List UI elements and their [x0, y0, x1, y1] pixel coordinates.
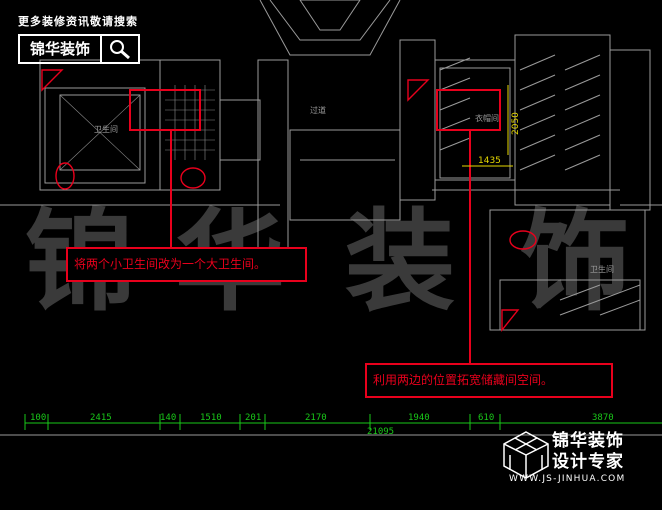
watermark-char-4: 饰	[520, 197, 630, 326]
logo: 锦华装饰	[18, 34, 102, 64]
dim-3: 140	[160, 413, 176, 423]
toilet-middle	[180, 167, 206, 189]
brand-line-1: 锦华装饰	[552, 431, 624, 451]
callout-expand-storage: 利用两边的位置拓宽储藏间空间。	[365, 363, 613, 398]
tile-hatching	[59, 85, 215, 171]
shower-right	[501, 309, 520, 332]
brand-name: 锦华装饰 设计专家	[552, 431, 624, 473]
dimension-labels: 100 2415 140 1510 201 2170 1940 610 3870…	[30, 413, 614, 437]
dim-4: 1510	[200, 413, 222, 423]
highlight-box-right	[436, 89, 501, 131]
banner-text: 更多装修资讯敬请搜索	[18, 15, 138, 28]
dim-total: 21095	[367, 427, 394, 437]
brand-cube-icon	[503, 431, 549, 479]
dim-2: 2415	[90, 413, 112, 423]
search-button[interactable]	[100, 34, 140, 64]
dim-8: 610	[478, 413, 494, 423]
room-label-corridor: 过道	[310, 105, 326, 115]
dim-vertical: 2050	[511, 112, 521, 135]
room-label-small: 卫生间	[590, 264, 614, 274]
dim-5: 201	[245, 413, 261, 423]
dim-horizontal: 1435	[478, 156, 501, 166]
brand-url: WWW.JS-JINHUA.COM	[509, 474, 626, 484]
callout-merge-bathrooms: 将两个小卫生间改为一个大卫生间。	[66, 247, 307, 282]
dim-6: 2170	[305, 413, 327, 423]
dim-9: 3870	[592, 413, 614, 423]
dim-1: 100	[30, 413, 46, 423]
toilet-left	[55, 162, 75, 190]
floorplan-canvas: 锦 华 装 饰	[0, 0, 662, 510]
room-label-right: 衣帽间	[475, 113, 499, 123]
shower-left	[41, 69, 64, 92]
room-label-left: 卫生间	[94, 124, 118, 134]
dim-7: 1940	[408, 413, 430, 423]
brand-line-2: 设计专家	[552, 452, 624, 472]
magnifier-icon	[110, 40, 130, 60]
